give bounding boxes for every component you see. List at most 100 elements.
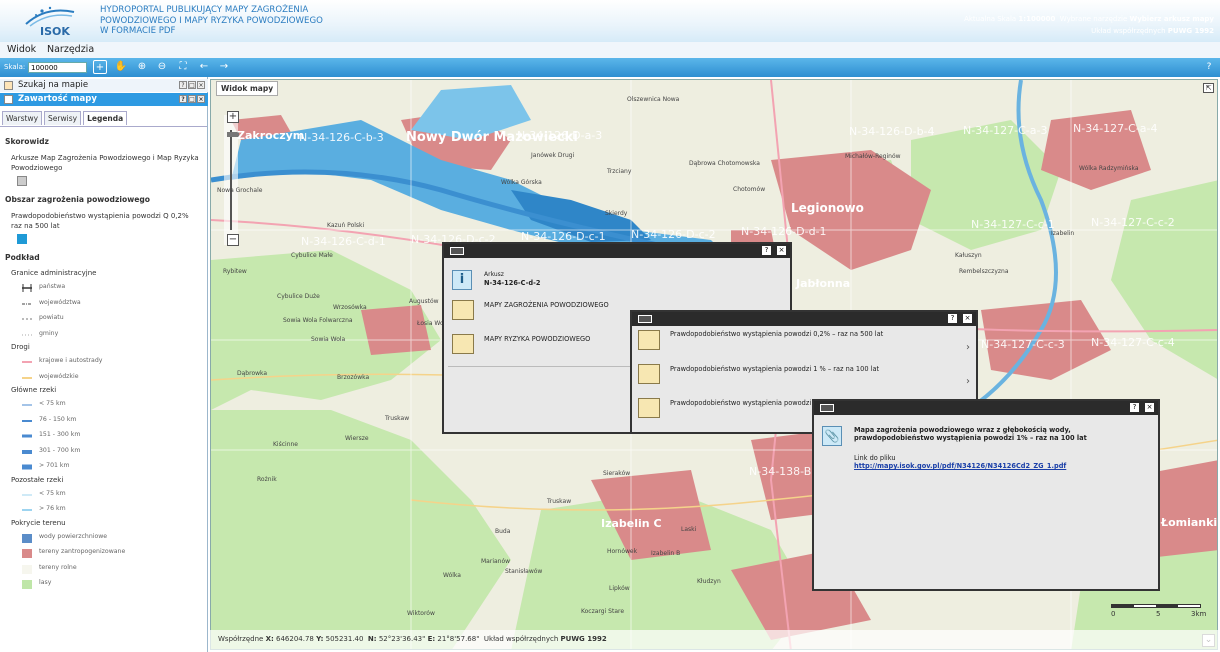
legend-subheading: Drogi (11, 343, 30, 351)
zoom-in-button[interactable]: + (227, 111, 239, 123)
legend-row: lasy (17, 577, 202, 593)
legend-label: 301 - 700 km (39, 446, 81, 454)
place-label: Kałuszyn (955, 252, 982, 259)
zoom-in-icon[interactable]: ⊕ (135, 60, 149, 74)
scale-input[interactable] (28, 62, 87, 73)
e-value: 21°8'57.68" (437, 635, 480, 643)
place-label: Janówek Drugi (531, 152, 575, 159)
overview-toggle-icon[interactable]: ⇱ (1203, 83, 1214, 93)
place-label: Stanisławów (505, 568, 543, 575)
restore-icon[interactable]: □ (188, 95, 196, 103)
legend-swatch (22, 533, 32, 543)
legend-subheading: Główne rzeki (11, 386, 57, 394)
hazard-maps-link[interactable]: MAPY ZAGROŻENIA POWODZIOWEGO (484, 301, 609, 309)
crs-value: PUWG 1992 (1167, 27, 1214, 35)
chevron-right-icon[interactable]: › (966, 376, 970, 387)
sheet-label: N-34-138-B (749, 465, 812, 478)
dialog-titlebar[interactable]: ? × (444, 244, 790, 258)
place-label: Buda (495, 528, 511, 535)
search-panel-header[interactable]: Szukaj na mapie ? □ × (0, 79, 208, 92)
place-label: Wólka (443, 572, 461, 579)
full-extent-icon[interactable]: ⛶ (176, 60, 190, 74)
header-status: Aktualna Skala 1:100000 Wybrane narzędzi… (964, 13, 1214, 37)
place-label: Wiersze (345, 435, 369, 442)
pdf-link[interactable]: http://mapy.isok.gov.pl/pdf/N34126/N3412… (854, 462, 1066, 470)
collapse-icon[interactable] (820, 404, 834, 412)
legend-row: 76 - 150 km (17, 414, 202, 430)
help-icon[interactable]: ? (179, 81, 187, 89)
legend-row: > 76 km (17, 503, 202, 519)
collapse-icon[interactable] (638, 315, 652, 323)
close-icon[interactable]: × (197, 81, 205, 89)
probability-other-link[interactable]: Prawdopodobieństwo wystąpienia powodzi (670, 399, 811, 407)
tab-serwisy[interactable]: Serwisy (44, 111, 82, 125)
back-arrow-icon[interactable]: ← (197, 60, 211, 74)
crs-status-label: Układ współrzędnych (483, 635, 559, 643)
probability-100-link[interactable]: Prawdopodobieństwo wystąpienia powodzi 1… (670, 365, 879, 373)
legend-label: gminy (39, 329, 59, 337)
risk-maps-link[interactable]: MAPY RYZYKA POWODZIOWEGO (484, 335, 590, 343)
sheet-label: N-34-126-D-c-2 (631, 228, 716, 241)
help-icon[interactable]: ? (948, 314, 957, 323)
legend-subheading: Pokrycie terenu (11, 518, 66, 527)
search-panel-icon (4, 81, 13, 90)
place-label: Lipków (609, 585, 630, 592)
scale-tick: 5 (1156, 610, 1161, 618)
tab-legenda[interactable]: Legenda (83, 111, 128, 125)
probability-500-link[interactable]: Prawdopodobieństwo wystąpienia powodzi 0… (670, 330, 883, 338)
place-label: Nowa Grochale (217, 187, 263, 194)
chevron-right-icon[interactable]: › (966, 342, 970, 353)
help-icon[interactable]: ? (179, 95, 187, 103)
legend-row: < 75 km (17, 488, 202, 504)
close-icon[interactable]: × (777, 246, 786, 255)
y-label: Y: (316, 635, 324, 643)
place-label: Augustów (409, 298, 439, 305)
zoom-out-button[interactable]: − (227, 234, 239, 246)
scale-tick: 0 (1111, 610, 1116, 618)
place-label: Koczargi Stare (581, 608, 625, 615)
place-label: Sowia Wola Folwarczna (283, 317, 353, 324)
dialog-titlebar[interactable]: ? × (632, 312, 976, 326)
sidebar-tabs: Warstwy Serwisy Legenda (2, 111, 128, 125)
help-icon[interactable]: ? (762, 246, 771, 255)
place-label: Truskaw (547, 498, 572, 505)
pan-hand-icon[interactable]: ✋ (114, 60, 128, 74)
arkusz-label: Arkusz (484, 271, 504, 278)
place-label: Olszewnica Nowa (627, 96, 680, 103)
collapse-icon[interactable] (450, 247, 464, 255)
legend-heading: Podkład (5, 253, 40, 262)
place-label: Brzozówka (337, 374, 370, 381)
help-icon[interactable]: ? (1202, 60, 1216, 74)
dialog-titlebar[interactable]: ? × (814, 401, 1158, 415)
legend-label: 151 - 300 km (39, 431, 81, 438)
file-link-dialog: ? × 📎 Mapa zagrożenia powodziowego wraz z… (812, 399, 1160, 591)
title-line: POWODZIOWEGO I MAPY RYZYKA POWODZIOWEGO (100, 15, 323, 26)
content-panel-icon (4, 95, 13, 104)
forward-arrow-icon[interactable]: → (217, 60, 231, 74)
close-icon[interactable]: × (197, 95, 205, 103)
close-icon[interactable]: × (963, 314, 972, 323)
place-label: Michałów-Reginów (845, 153, 901, 160)
legend-row: państwa (17, 281, 202, 297)
legend-label: województwa (39, 298, 81, 306)
app-header: ISOK HYDROPORTAL PUBLIKUJĄCY MAPY ZAGROŻ… (0, 0, 1220, 42)
place-label: Rembelszczyzna (959, 268, 1009, 275)
toolbar: Skala: + ✋ ⊕ ⊖ ⛶ ← → ? (0, 58, 1220, 77)
map-view-tab[interactable]: Widok mapy (216, 81, 279, 96)
legend-label: wojewódzkie (39, 372, 79, 380)
select-sheet-icon[interactable]: + (93, 60, 107, 74)
legend-label: państwa (39, 283, 66, 290)
n-label: N: (367, 635, 377, 643)
zoom-out-icon[interactable]: ⊖ (155, 60, 169, 74)
menu-narzedzia[interactable]: Narzędzia (47, 44, 94, 55)
legend-label: tereny rolne (39, 563, 77, 571)
menu-widok[interactable]: Widok (7, 44, 36, 55)
content-panel-header[interactable]: Zawartość mapy ? □ × (0, 93, 208, 106)
scale-value: 1:100000 (1018, 15, 1056, 23)
close-icon[interactable]: × (1145, 403, 1154, 412)
legend-row: > 701 km (17, 460, 202, 476)
legend-panel: Skorowidz Arkusze Map Zagrożenia Powodzi… (0, 126, 207, 652)
tab-warstwy[interactable]: Warstwy (2, 111, 43, 125)
help-icon[interactable]: ? (1130, 403, 1139, 412)
restore-icon[interactable]: □ (188, 81, 196, 89)
